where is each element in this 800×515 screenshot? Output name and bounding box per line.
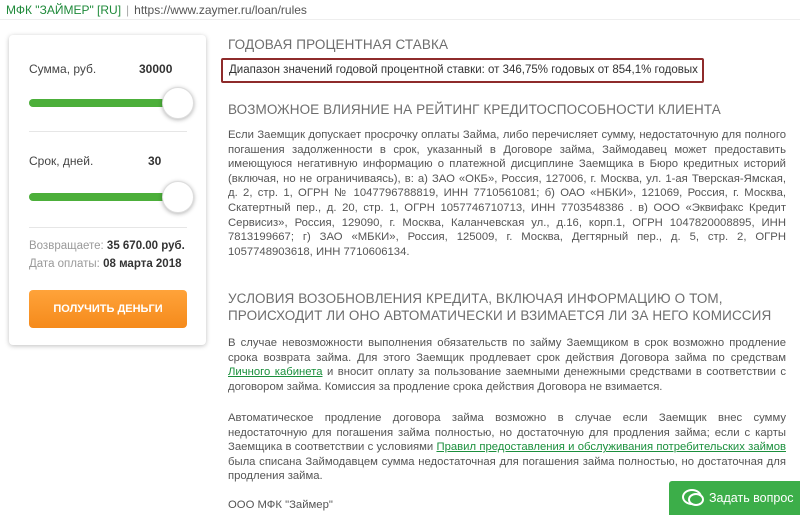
renewal-paragraph-2: Автоматическое продление договора займа … (228, 411, 786, 484)
term-value: 30 (148, 154, 162, 168)
renewal-heading: УСЛОВИЯ ВОЗОБНОВЛЕНИЯ КРЕДИТА, ВКЛЮЧАЯ И… (228, 291, 772, 323)
sum-slider-fill (29, 99, 178, 107)
renewal-p2-text-b: была списана Займодавцем сумма недостато… (228, 455, 786, 483)
sum-value: 30000 (139, 62, 173, 76)
return-value: 35 670.00 руб. (106, 240, 185, 252)
personal-account-link[interactable]: Личного кабинета (228, 366, 322, 378)
divider (29, 131, 187, 132)
return-label: Возвращаете: (29, 240, 104, 252)
sum-label: Сумма, руб. (29, 62, 97, 76)
sum-slider-handle[interactable] (162, 87, 194, 119)
address-separator: | (126, 3, 130, 17)
renewal-paragraph-1: В случае невозможности выполнения обязат… (228, 336, 786, 394)
rate-highlight-box: Диапазон значений годовой процентной ста… (221, 58, 704, 83)
term-label: Срок, дней. (29, 154, 94, 168)
loan-rules-link[interactable]: Правил предоставления и обслуживания пот… (436, 441, 786, 453)
credit-heading: ВОЗМОЖНОЕ ВЛИЯНИЕ НА РЕЙТИНГ КРЕДИТОСПОС… (228, 102, 721, 117)
term-slider-fill (29, 193, 178, 201)
site-identity[interactable]: МФК "ЗАЙМЕР" [RU] (6, 3, 121, 17)
renewal-p1-text-a: В случае невозможности выполнения обязат… (228, 337, 786, 364)
rate-heading: ГОДОВАЯ ПРОЦЕНТНАЯ СТАВКА (228, 37, 449, 52)
date-value: 08 марта 2018 (103, 258, 182, 270)
address-bar[interactable]: МФК "ЗАЙМЕР" [RU] | https://www.zaymer.ru/… (0, 0, 800, 20)
url-text[interactable]: https://www.zaymer.ru/loan/rules (134, 3, 307, 17)
return-amount: Возвращаете: 35 670.00 руб. (29, 240, 185, 252)
payment-date: Дата оплаты: 08 марта 2018 (29, 258, 182, 270)
chat-bubble-front-icon (688, 493, 704, 506)
term-slider-handle[interactable] (162, 181, 194, 213)
date-label: Дата оплаты: (29, 258, 100, 270)
rate-text: Диапазон значений годовой процентной ста… (229, 64, 698, 76)
ask-question-label: Задать вопрос (709, 491, 794, 505)
ask-question-button[interactable]: Задать вопрос (669, 481, 800, 515)
loan-calculator: Сумма, руб. 30000 Срок, дней. 30 Возвращ… (9, 35, 206, 345)
get-money-button[interactable]: ПОЛУЧИТЬ ДЕНЬГИ (29, 290, 187, 328)
credit-paragraph: Если Заемщик допускает просрочку оплаты … (228, 129, 786, 258)
divider (29, 227, 187, 228)
